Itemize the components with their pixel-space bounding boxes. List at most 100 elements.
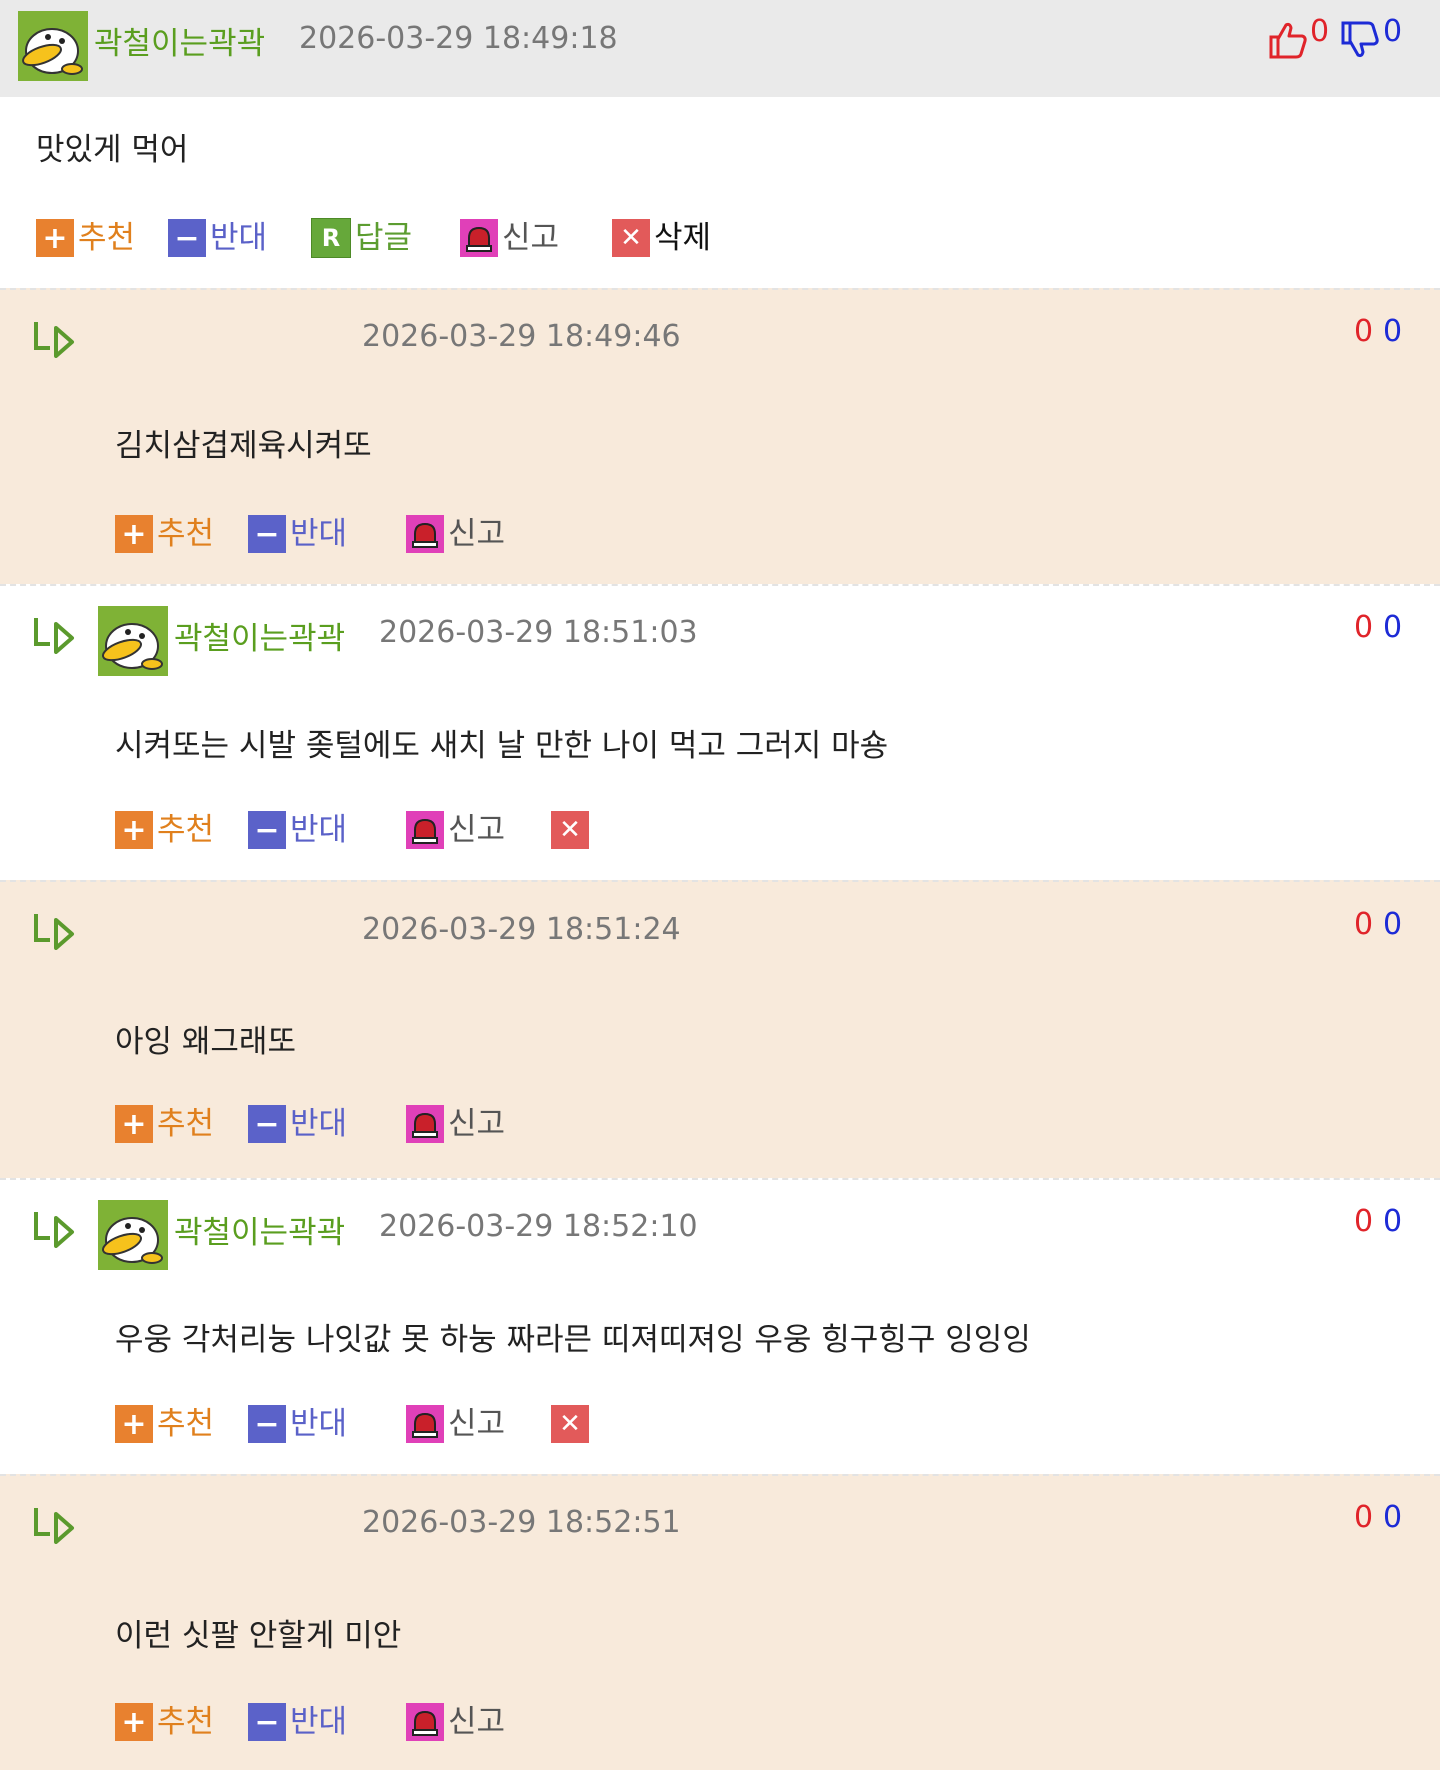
up-count: 0 bbox=[1354, 907, 1374, 942]
recommend-label: 추천 bbox=[157, 515, 215, 552]
recommend-button[interactable]: + 추천 bbox=[115, 510, 215, 553]
siren-icon bbox=[406, 515, 444, 553]
up-count: 0 bbox=[1354, 314, 1374, 349]
down-count: 0 bbox=[1383, 907, 1403, 942]
minus-icon: − bbox=[248, 1703, 286, 1741]
close-icon: ✕ bbox=[551, 811, 589, 849]
up-count: 0 bbox=[1354, 610, 1374, 645]
recommend-button[interactable]: + 추천 bbox=[36, 214, 136, 257]
down-count: 0 bbox=[1383, 14, 1403, 49]
up-count: 0 bbox=[1310, 14, 1330, 49]
plus-icon: + bbox=[115, 811, 153, 849]
close-icon: ✕ bbox=[612, 219, 650, 257]
reply-item: 곽철이는곽곽 2026-03-29 18:52:10 0 0 우웅 각처리눙 나… bbox=[0, 1178, 1440, 1476]
recommend-label: 추천 bbox=[157, 811, 215, 848]
reply-timestamp: 2026-03-29 18:52:51 bbox=[362, 1505, 681, 1540]
siren-icon bbox=[406, 1703, 444, 1741]
recommend-button[interactable]: + 추천 bbox=[115, 1698, 215, 1741]
thumbs-down-icon[interactable] bbox=[1340, 20, 1380, 60]
reply-arrow-icon bbox=[34, 322, 74, 358]
recommend-label: 추천 bbox=[157, 1405, 215, 1442]
reply-text: 시켜또는 시발 좆털에도 새치 날 만한 나이 먹고 그러지 마숑 bbox=[115, 728, 889, 764]
reply-text: 김치삼겹제육시켜또 bbox=[115, 428, 372, 464]
oppose-label: 반대 bbox=[290, 1105, 348, 1142]
oppose-label: 반대 bbox=[290, 515, 348, 552]
minus-icon: − bbox=[248, 811, 286, 849]
recommend-label: 추천 bbox=[157, 1703, 215, 1740]
up-count: 0 bbox=[1354, 1204, 1374, 1239]
reply-text: 우웅 각처리눙 나잇값 못 하눙 짜라믄 띠져띠져잉 우웅 힝구힝구 잉잉잉 bbox=[115, 1322, 1031, 1358]
report-button[interactable]: 신고 bbox=[460, 214, 560, 257]
report-label: 신고 bbox=[448, 1405, 506, 1442]
minus-icon: − bbox=[248, 1405, 286, 1443]
reply-timestamp: 2026-03-29 18:49:46 bbox=[362, 319, 681, 354]
recommend-button[interactable]: + 추천 bbox=[115, 1400, 215, 1443]
report-label: 신고 bbox=[448, 515, 506, 552]
recommend-label: 추천 bbox=[78, 219, 136, 256]
report-button[interactable]: 신고 bbox=[406, 1698, 506, 1741]
avatar[interactable] bbox=[98, 1200, 168, 1270]
delete-button[interactable]: ✕ bbox=[551, 806, 589, 849]
oppose-button[interactable]: − 반대 bbox=[248, 1100, 348, 1143]
oppose-button[interactable]: − 반대 bbox=[248, 806, 347, 849]
minus-icon: − bbox=[168, 219, 206, 257]
avatar[interactable] bbox=[98, 606, 168, 676]
report-label: 신고 bbox=[448, 811, 506, 848]
plus-icon: + bbox=[115, 515, 153, 553]
report-button[interactable]: 신고 bbox=[406, 1100, 506, 1143]
delete-button[interactable]: ✕ 삭제 bbox=[612, 214, 712, 257]
reply-arrow-icon bbox=[34, 618, 74, 654]
reply-item: 2026-03-29 18:49:46 0 0 김치삼겹제육시켜또 + 추천 −… bbox=[0, 288, 1440, 586]
comment-timestamp: 2026-03-29 18:49:18 bbox=[299, 21, 618, 56]
duck-avatar-icon bbox=[98, 1200, 168, 1270]
oppose-button[interactable]: − 반대 bbox=[248, 1698, 348, 1741]
plus-icon: + bbox=[36, 219, 74, 257]
recommend-button[interactable]: + 추천 bbox=[115, 1100, 215, 1143]
comment-header: 곽철이는곽곽 2026-03-29 18:49:18 0 0 bbox=[0, 0, 1440, 97]
oppose-label: 반대 bbox=[290, 1405, 348, 1442]
report-label: 신고 bbox=[448, 1703, 506, 1740]
report-label: 신고 bbox=[448, 1105, 506, 1142]
recommend-label: 추천 bbox=[157, 1105, 215, 1142]
siren-icon bbox=[406, 1105, 444, 1143]
author-name[interactable]: 곽철이는곽곽 bbox=[174, 613, 345, 658]
duck-avatar-icon bbox=[98, 606, 168, 676]
comment-text: 맛있게 먹어 bbox=[36, 132, 189, 168]
delete-button[interactable]: ✕ bbox=[551, 1400, 589, 1443]
plus-icon: + bbox=[115, 1105, 153, 1143]
duck-avatar-icon bbox=[18, 11, 88, 81]
avatar[interactable] bbox=[18, 11, 88, 81]
plus-icon: + bbox=[115, 1703, 153, 1741]
down-count: 0 bbox=[1383, 610, 1403, 645]
oppose-button[interactable]: − 반대 bbox=[168, 214, 268, 257]
reply-timestamp: 2026-03-29 18:51:03 bbox=[379, 615, 698, 650]
plus-icon: + bbox=[115, 1405, 153, 1443]
reply-button[interactable]: R 답글 bbox=[311, 214, 413, 258]
oppose-button[interactable]: − 반대 bbox=[248, 510, 348, 553]
oppose-label: 반대 bbox=[210, 219, 268, 256]
oppose-button[interactable]: − 반대 bbox=[248, 1400, 348, 1443]
down-count: 0 bbox=[1383, 1500, 1403, 1535]
siren-icon bbox=[406, 811, 444, 849]
reply-item: 2026-03-29 18:51:24 0 0 아잉 왜그래또 + 추천 − 반… bbox=[0, 880, 1440, 1180]
siren-icon bbox=[460, 219, 498, 257]
reply-label: 답글 bbox=[355, 219, 413, 256]
down-count: 0 bbox=[1383, 314, 1403, 349]
report-button[interactable]: 신고 bbox=[406, 510, 506, 553]
recommend-button[interactable]: + 추천 bbox=[115, 806, 215, 849]
reply-icon: R bbox=[311, 218, 351, 258]
delete-label: 삭제 bbox=[654, 219, 712, 256]
author-name[interactable]: 곽철이는곽곽 bbox=[94, 18, 265, 63]
report-label: 신고 bbox=[502, 219, 560, 256]
thumbs-up-icon[interactable] bbox=[1268, 20, 1308, 60]
report-button[interactable]: 신고 bbox=[406, 1400, 506, 1443]
reply-timestamp: 2026-03-29 18:52:10 bbox=[379, 1209, 698, 1244]
oppose-label: 반대 bbox=[290, 1703, 348, 1740]
author-name[interactable]: 곽철이는곽곽 bbox=[174, 1207, 345, 1252]
reply-timestamp: 2026-03-29 18:51:24 bbox=[362, 912, 681, 947]
reply-arrow-icon bbox=[34, 914, 74, 950]
reply-text: 아잉 왜그래또 bbox=[115, 1024, 296, 1060]
minus-icon: − bbox=[248, 1105, 286, 1143]
report-button[interactable]: 신고 bbox=[406, 806, 506, 849]
reply-arrow-icon bbox=[34, 1508, 74, 1544]
